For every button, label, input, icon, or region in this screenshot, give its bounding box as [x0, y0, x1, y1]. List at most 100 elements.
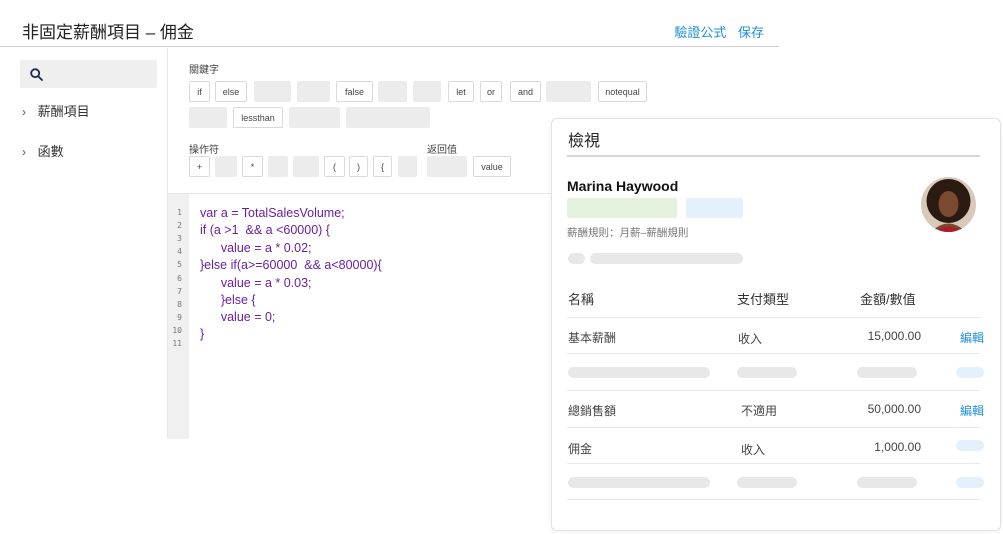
line-number: 8 [177, 300, 182, 309]
placeholder-bar [857, 367, 917, 378]
sidebar-item-label: 函數 [37, 144, 64, 159]
column-header-name: 名稱 [568, 292, 595, 307]
keyword-chip[interactable]: else [215, 81, 247, 102]
operator-chip[interactable]: * [242, 156, 263, 177]
keyword-chip[interactable]: false [336, 81, 373, 102]
operators-label: 操作符 [189, 145, 219, 156]
chevron-right-icon: › [22, 105, 26, 119]
row-name: 總銷售額 [568, 404, 617, 418]
employee-name: Marina Haywood [567, 178, 679, 194]
sidebar-item-functions[interactable]: › 函數 [22, 141, 64, 160]
top-actions: 驗證公式 保存 [666, 22, 764, 41]
verify-formula-button[interactable]: 驗證公式 [674, 25, 726, 40]
sidebar-item-pay-items[interactable]: › 薪酬項目 [22, 101, 90, 120]
save-button[interactable]: 保存 [738, 25, 764, 40]
sidebar-item-label: 薪酬項目 [37, 104, 90, 119]
row-type: 收入 [741, 443, 766, 457]
column-header-amount: 金額/數值 [860, 292, 916, 307]
keyword-chip[interactable] [289, 107, 340, 128]
code-line: } [200, 327, 205, 341]
code-line: value = 0; [200, 310, 276, 324]
line-number: 2 [177, 221, 182, 230]
operator-chip[interactable]: ) [349, 156, 368, 177]
row-divider [567, 499, 980, 500]
row-amount: 15,000.00 [867, 329, 921, 343]
placeholder-bar [568, 367, 710, 378]
placeholder-bar [737, 477, 797, 488]
code-line: value = a * 0.02; [200, 241, 312, 255]
row-divider [567, 390, 980, 391]
pay-rule-text: 薪酬規則：月薪–薪酬規則 [567, 227, 689, 239]
code-line: var a = TotalSalesVolume; [200, 206, 345, 220]
line-number-gutter: 1 2 3 4 5 6 7 8 9 10 11 [168, 194, 189, 439]
placeholder-bar [857, 477, 917, 488]
keyword-chip[interactable]: lessthan [233, 107, 283, 128]
keyword-chip[interactable]: notequal [598, 81, 647, 102]
avatar [921, 177, 976, 232]
keyword-chip[interactable]: and [510, 81, 541, 102]
keyword-chip[interactable] [297, 81, 330, 102]
divider [567, 155, 980, 157]
placeholder-bar [956, 367, 984, 378]
row-name: 基本薪酬 [568, 331, 617, 345]
operator-chip[interactable] [268, 156, 288, 177]
keywords-label: 關鍵字 [189, 65, 219, 76]
edit-link[interactable]: 編輯 [960, 329, 984, 346]
placeholder-bar [568, 477, 710, 488]
operator-chip[interactable] [215, 156, 237, 177]
placeholder-bar [956, 440, 984, 451]
keyword-chip[interactable] [546, 81, 591, 102]
column-header-type: 支付類型 [737, 292, 790, 307]
status-badge [567, 198, 677, 218]
row-divider [567, 427, 980, 428]
return-values-label: 返回值 [427, 145, 457, 156]
preview-title: 檢視 [568, 133, 601, 150]
keyword-chip[interactable]: let [448, 81, 474, 102]
edit-link[interactable]: 編輯 [960, 402, 984, 419]
sidebar: › 薪酬項目 › 函數 [0, 48, 167, 438]
code-line: if (a >1 && a <60000) { [200, 223, 330, 237]
line-number: 1 [177, 208, 182, 217]
row-name: 佣金 [568, 442, 593, 456]
row-type: 收入 [738, 332, 763, 346]
placeholder-bar [568, 253, 585, 264]
line-number: 4 [177, 247, 182, 256]
keyword-chip[interactable] [254, 81, 291, 102]
row-divider [567, 353, 980, 354]
row-amount: 1,000.00 [874, 440, 921, 454]
code-line: }else { [200, 293, 256, 307]
line-number: 10 [172, 326, 182, 335]
line-number: 3 [177, 234, 182, 243]
chevron-right-icon: › [22, 145, 26, 159]
line-number: 7 [177, 287, 182, 296]
row-type: 不適用 [741, 404, 778, 418]
status-badge [686, 198, 743, 218]
return-value-chip[interactable] [427, 156, 467, 177]
search-icon [30, 68, 43, 81]
keyword-chip[interactable]: or [480, 81, 502, 102]
line-number: 6 [177, 274, 182, 283]
operator-chip[interactable]: ( [324, 156, 345, 177]
operator-chip[interactable]: { [373, 156, 392, 177]
row-divider [567, 463, 980, 464]
preview-panel: 檢視 Marina Haywood 薪酬規則：月薪–薪酬規則 名稱 支付類型 金… [551, 118, 1001, 531]
code-line: }else if(a>=60000 && a<80000){ [200, 258, 382, 272]
keyword-chip[interactable] [189, 107, 227, 128]
keyword-chip[interactable] [346, 107, 430, 128]
placeholder-bar [737, 367, 797, 378]
operator-chip[interactable] [398, 156, 417, 177]
operator-chip[interactable]: + [189, 156, 210, 177]
line-number: 11 [172, 339, 182, 348]
top-bar: 非固定薪酬項目 – 佣金 驗證公式 保存 [0, 0, 779, 47]
line-number: 9 [177, 313, 182, 322]
keyword-chip[interactable] [378, 81, 407, 102]
code-line: value = a * 0.03; [200, 276, 312, 290]
row-amount: 50,000.00 [867, 402, 921, 416]
row-divider [567, 317, 980, 318]
keyword-chip[interactable]: if [189, 81, 210, 102]
search-input[interactable] [20, 60, 157, 88]
return-value-chip[interactable]: value [473, 156, 511, 177]
page-title: 非固定薪酬項目 – 佣金 [22, 23, 194, 42]
operator-chip[interactable] [293, 156, 319, 177]
keyword-chip[interactable] [413, 81, 441, 102]
